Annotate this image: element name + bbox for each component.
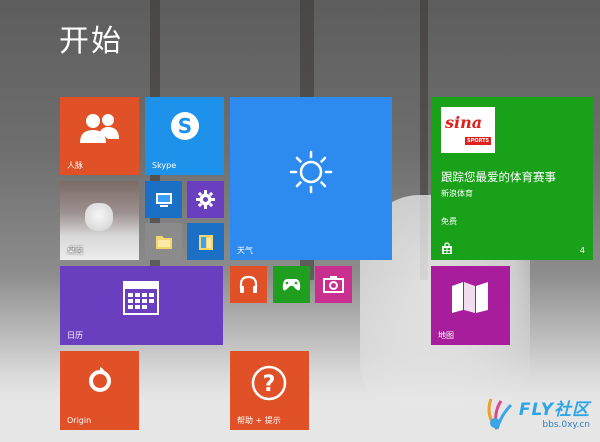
tile-desktop[interactable]: 桌面 — [60, 181, 139, 260]
tile-origin[interactable]: Origin — [60, 351, 139, 430]
tile-desktop-label: 桌面 — [67, 246, 83, 255]
tile-this-pc[interactable] — [145, 181, 182, 218]
people-icon — [80, 114, 119, 143]
tile-camera[interactable] — [315, 266, 352, 303]
svg-text:S: S — [178, 114, 192, 138]
tile-sports[interactable]: sina SPORTS 跟踪您最爱的体育赛事 新浪体育 免费 4 — [431, 97, 593, 260]
fly-logo-icon — [487, 398, 512, 430]
sports-count-badge: 4 — [579, 246, 585, 255]
tile-file-explorer[interactable] — [145, 223, 182, 260]
sun-icon — [289, 150, 333, 194]
tile-music[interactable] — [230, 266, 267, 303]
tile-people[interactable]: 人脉 — [60, 97, 139, 175]
sina-sports-logo: sina SPORTS — [441, 107, 495, 153]
computer-icon — [156, 193, 172, 207]
fly-community-watermark: FLY社区 bbs.0xy.cn — [487, 395, 590, 430]
watermark-url: bbs.0xy.cn — [542, 420, 590, 430]
tile-calendar-label: 日历 — [67, 331, 83, 340]
tile-origin-label: Origin — [67, 416, 92, 425]
tile-help-tips[interactable]: ? 帮助 + 提示 — [230, 351, 309, 430]
gear-icon — [196, 190, 215, 209]
tile-help-tips-label: 帮助 + 提示 — [237, 416, 281, 425]
tile-weather[interactable]: 天气 — [230, 97, 392, 260]
folder-icon — [156, 236, 172, 249]
sports-headline: 跟踪您最爱的体育赛事 — [441, 170, 556, 184]
tile-people-label: 人脉 — [67, 161, 83, 170]
desktop-photo-dog — [85, 203, 113, 231]
xbox-controller-icon — [282, 279, 301, 291]
map-icon — [452, 282, 488, 313]
sina-logo-sub: SPORTS — [465, 137, 492, 145]
sports-source: 新浪体育 — [441, 189, 473, 198]
sports-price: 免费 — [441, 217, 457, 226]
calendar-icon — [123, 281, 159, 315]
tile-skype-label: Skype — [152, 161, 177, 170]
tile-maps-label: 地图 — [438, 331, 454, 340]
tile-weather-label: 天气 — [237, 246, 253, 255]
tile-games[interactable] — [273, 266, 310, 303]
question-mark-icon: ? — [251, 365, 287, 401]
sina-logo-text: sina — [445, 113, 483, 132]
tile-skype[interactable]: S Skype — [145, 97, 224, 175]
camera-icon — [323, 276, 344, 293]
watermark-brand: FLY社区 — [518, 400, 590, 420]
tile-settings[interactable] — [187, 181, 224, 218]
headphones-icon — [239, 275, 258, 293]
tile-calendar[interactable]: 日历 — [60, 266, 223, 345]
origin-icon — [89, 367, 111, 392]
skype-icon: S — [171, 112, 199, 140]
tile-maps[interactable]: 地图 — [431, 266, 510, 345]
svg-text:?: ? — [263, 372, 276, 397]
start-title: 开始 — [59, 24, 123, 59]
tile-libraries[interactable] — [187, 223, 224, 260]
library-folder-icon — [199, 235, 213, 250]
store-bag-icon — [442, 242, 452, 254]
